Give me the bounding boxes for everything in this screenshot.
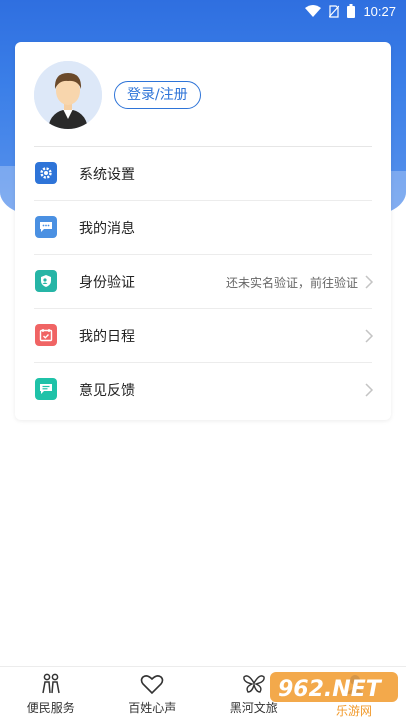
menu-item-identity-verification[interactable]: 身份验证 还未实名验证，前往验证 <box>15 255 391 309</box>
menu-item-my-schedule[interactable]: 我的日程 <box>15 309 391 363</box>
menu-item-feedback[interactable]: 意见反馈 <box>15 363 391 417</box>
tab-convenience-services[interactable]: 便民服务 <box>0 667 102 722</box>
avatar[interactable] <box>34 61 102 129</box>
feedback-icon <box>35 378 57 400</box>
avatar-person-icon <box>34 61 102 129</box>
menu-item-label: 意见反馈 <box>79 383 135 399</box>
id-verify-icon <box>35 270 57 292</box>
menu-item-label: 系统设置 <box>79 167 135 183</box>
battery-icon <box>347 4 356 18</box>
status-time: 10:27 <box>363 3 396 19</box>
menu-item-label: 我的日程 <box>79 329 135 345</box>
verification-status-text: 还未实名验证，前往验证 <box>225 275 358 290</box>
profile-card: 登录/注册 系统设置 我的消息 身份验证 还未实名验证，前往验证 我的日程 意见… <box>15 42 391 420</box>
calendar-icon <box>35 324 57 346</box>
no-sim-icon <box>329 4 340 18</box>
watermark-logo: 962.NET 乐游网 <box>270 672 398 718</box>
message-icon <box>35 216 57 238</box>
watermark-subtext: 乐游网 <box>336 704 372 718</box>
tab-public-voice[interactable]: 百姓心声 <box>102 667 204 722</box>
chevron-right-icon <box>365 275 374 289</box>
login-register-button[interactable]: 登录/注册 <box>114 81 201 109</box>
menu-item-label: 身份验证 <box>79 275 135 291</box>
wifi-icon <box>305 5 322 17</box>
chevron-right-icon <box>365 383 374 397</box>
profile-header: 登录/注册 <box>15 42 391 146</box>
menu-item-my-messages[interactable]: 我的消息 <box>15 201 391 255</box>
watermark-text: 962.NET <box>278 677 383 702</box>
tab-label: 便民服务 <box>26 701 75 715</box>
heart-icon <box>140 675 164 695</box>
settings-menu: 系统设置 我的消息 身份验证 还未实名验证，前往验证 我的日程 意见反馈 <box>15 147 391 417</box>
butterfly-icon <box>242 675 265 693</box>
chevron-right-icon <box>365 329 374 343</box>
people-icon <box>42 673 60 694</box>
menu-item-system-settings[interactable]: 系统设置 <box>15 147 391 201</box>
gear-icon <box>35 162 57 184</box>
tab-label: 百姓心声 <box>128 701 177 715</box>
menu-item-label: 我的消息 <box>79 221 135 237</box>
status-bar: 10:27 <box>0 0 406 22</box>
